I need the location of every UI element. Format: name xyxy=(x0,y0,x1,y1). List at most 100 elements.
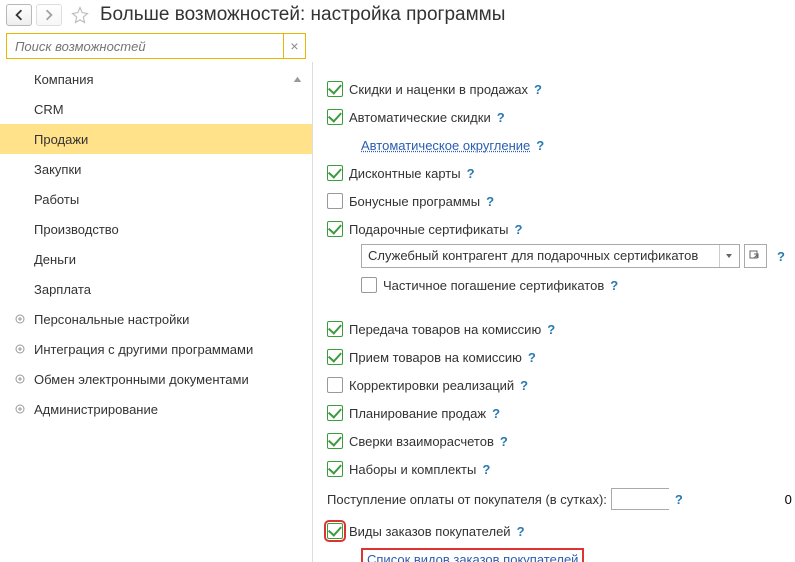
checkbox-discounts[interactable] xyxy=(327,81,343,97)
content: Скидки и наценки в продажах ? Автоматиче… xyxy=(312,62,795,562)
plus-icon xyxy=(14,373,26,385)
row-auto-rounding: Автоматическое округление ? xyxy=(327,132,785,158)
help-icon[interactable]: ? xyxy=(467,166,475,181)
help-icon[interactable]: ? xyxy=(536,138,544,153)
sidebar-item-label: Закупки xyxy=(34,162,81,177)
payment-days-input[interactable] xyxy=(612,489,795,509)
sidebar-item-production[interactable]: Производство xyxy=(0,214,312,244)
sidebar-item-label: Производство xyxy=(34,222,119,237)
sidebar-item-company[interactable]: Компания xyxy=(0,64,312,94)
row-order-types: Виды заказов покупателей ? xyxy=(327,518,785,544)
label-commission-out: Передача товаров на комиссию xyxy=(349,322,541,337)
row-gift-combo: Служебный контрагент для подарочных серт… xyxy=(327,244,785,268)
checkbox-discount-cards[interactable] xyxy=(327,165,343,181)
row-order-types-list: Список видов заказов покупателей xyxy=(327,546,785,562)
sidebar-item-label: Администрирование xyxy=(34,402,158,417)
sidebar-item-edoc[interactable]: Обмен электронными документами xyxy=(0,364,312,394)
sidebar-item-money[interactable]: Деньги xyxy=(0,244,312,274)
sidebar-item-label: Продажи xyxy=(34,132,88,147)
sidebar-item-label: Работы xyxy=(34,192,79,207)
payment-days-input-wrap: ▲ ▼ xyxy=(611,488,669,510)
checkbox-auto-discount[interactable] xyxy=(327,109,343,125)
sidebar-item-salary[interactable]: Зарплата xyxy=(0,274,312,304)
sidebar-item-label: Компания xyxy=(34,72,94,87)
help-icon[interactable]: ? xyxy=(520,378,528,393)
row-payment-days: Поступление оплаты от покупателя (в сутк… xyxy=(327,486,785,512)
search-box: × xyxy=(6,33,306,59)
help-icon[interactable]: ? xyxy=(547,322,555,337)
plus-icon xyxy=(14,403,26,415)
help-icon[interactable]: ? xyxy=(517,524,525,539)
help-icon[interactable]: ? xyxy=(497,110,505,125)
highlight-box: Список видов заказов покупателей xyxy=(361,548,584,562)
label-order-types: Виды заказов покупателей xyxy=(349,524,511,539)
help-icon[interactable]: ? xyxy=(534,82,542,97)
label-sets: Наборы и комплекты xyxy=(349,462,476,477)
label-discount-cards: Дисконтные карты xyxy=(349,166,461,181)
label-auto-discount: Автоматические скидки xyxy=(349,110,491,125)
row-planning: Планирование продаж ? xyxy=(327,400,785,426)
help-icon[interactable]: ? xyxy=(675,492,683,507)
sidebar-item-label: Персональные настройки xyxy=(34,312,189,327)
help-icon[interactable]: ? xyxy=(610,278,618,293)
sidebar-item-sales[interactable]: Продажи xyxy=(0,124,312,154)
dropdown-icon[interactable] xyxy=(719,245,739,267)
help-icon[interactable]: ? xyxy=(492,406,500,421)
checkbox-reconciliation[interactable] xyxy=(327,433,343,449)
link-auto-rounding[interactable]: Автоматическое округление xyxy=(361,138,530,153)
sidebar-item-label: Обмен электронными документами xyxy=(34,372,249,387)
checkbox-order-types[interactable] xyxy=(327,523,343,539)
forward-button[interactable] xyxy=(36,4,62,26)
checkbox-bonus[interactable] xyxy=(327,193,343,209)
label-gift-cert: Подарочные сертификаты xyxy=(349,222,508,237)
sidebar-item-crm[interactable]: CRM xyxy=(0,94,312,124)
sidebar-item-label: Зарплата xyxy=(34,282,91,297)
search-wrap: × xyxy=(0,30,795,62)
label-corrections: Корректировки реализаций xyxy=(349,378,514,393)
search-clear-button[interactable]: × xyxy=(283,34,305,58)
search-input[interactable] xyxy=(7,34,283,58)
help-icon[interactable]: ? xyxy=(514,222,522,237)
row-discount-cards: Дисконтные карты ? xyxy=(327,160,785,186)
main: Компания CRM Продажи Закупки Работы Прои… xyxy=(0,62,795,562)
toolbar: Больше возможностей: настройка программы xyxy=(0,0,795,30)
label-payment-days: Поступление оплаты от покупателя (в сутк… xyxy=(327,492,607,507)
sidebar: Компания CRM Продажи Закупки Работы Прои… xyxy=(0,62,312,562)
help-icon[interactable]: ? xyxy=(528,350,536,365)
sidebar-item-purchases[interactable]: Закупки xyxy=(0,154,312,184)
row-gift-cert: Подарочные сертификаты ? xyxy=(327,216,785,242)
help-icon[interactable]: ? xyxy=(777,249,785,264)
favorite-icon[interactable] xyxy=(70,5,90,25)
label-reconciliation: Сверки взаиморасчетов xyxy=(349,434,494,449)
sidebar-item-works[interactable]: Работы xyxy=(0,184,312,214)
row-commission-in: Прием товаров на комиссию ? xyxy=(327,344,785,370)
help-icon[interactable]: ? xyxy=(486,194,494,209)
checkbox-gift-cert[interactable] xyxy=(327,221,343,237)
sidebar-item-integration[interactable]: Интеграция с другими программами xyxy=(0,334,312,364)
checkbox-corrections[interactable] xyxy=(327,377,343,393)
row-corrections: Корректировки реализаций ? xyxy=(327,372,785,398)
row-sets: Наборы и комплекты ? xyxy=(327,456,785,482)
back-button[interactable] xyxy=(6,4,32,26)
label-discounts: Скидки и наценки в продажах xyxy=(349,82,528,97)
page-title: Больше возможностей: настройка программы xyxy=(100,4,505,26)
checkbox-commission-out[interactable] xyxy=(327,321,343,337)
sidebar-item-label: CRM xyxy=(34,102,64,117)
help-icon[interactable]: ? xyxy=(500,434,508,449)
checkbox-planning[interactable] xyxy=(327,405,343,421)
checkbox-partial-cert[interactable] xyxy=(361,277,377,293)
sidebar-item-admin[interactable]: Администрирование xyxy=(0,394,312,424)
label-commission-in: Прием товаров на комиссию xyxy=(349,350,522,365)
sidebar-item-personal[interactable]: Персональные настройки xyxy=(0,304,312,334)
sidebar-item-label: Деньги xyxy=(34,252,76,267)
checkbox-commission-in[interactable] xyxy=(327,349,343,365)
link-order-types-list[interactable]: Список видов заказов покупателей xyxy=(367,552,578,562)
gift-contractor-select[interactable]: Служебный контрагент для подарочных серт… xyxy=(361,244,740,268)
row-reconciliation: Сверки взаиморасчетов ? xyxy=(327,428,785,454)
label-planning: Планирование продаж xyxy=(349,406,486,421)
combo-text: Служебный контрагент для подарочных серт… xyxy=(362,245,719,267)
open-external-button[interactable] xyxy=(744,244,767,268)
checkbox-sets[interactable] xyxy=(327,461,343,477)
help-icon[interactable]: ? xyxy=(482,462,490,477)
label-bonus: Бонусные программы xyxy=(349,194,480,209)
